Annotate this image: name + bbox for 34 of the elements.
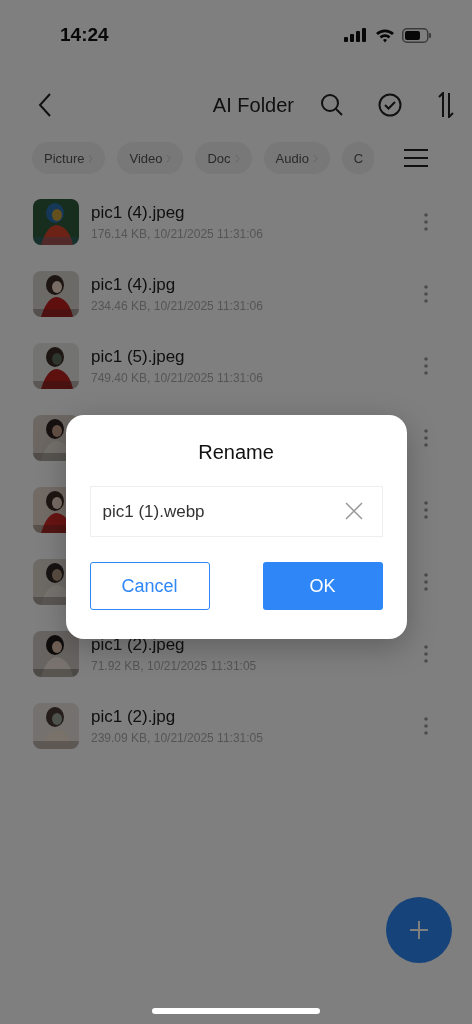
file-name: pic1 (4).jpeg bbox=[91, 203, 186, 223]
filter-chip[interactable]: Video bbox=[117, 142, 184, 174]
file-name: pic1 (2).jpg bbox=[91, 707, 177, 727]
more-icon[interactable] bbox=[424, 285, 428, 303]
more-icon[interactable] bbox=[424, 429, 428, 447]
filter-chip[interactable]: Audio bbox=[263, 142, 330, 174]
signal-icon bbox=[344, 28, 368, 42]
wifi-icon bbox=[375, 27, 395, 43]
cancel-button[interactable]: Cancel bbox=[89, 562, 210, 610]
filter-chip[interactable]: Doc bbox=[195, 142, 252, 174]
file-name: pic1 (4).jpg bbox=[91, 275, 177, 295]
file-name: pic1 (5).jpeg bbox=[91, 347, 186, 367]
status-time: 14:24 bbox=[60, 24, 109, 46]
more-icon[interactable] bbox=[424, 645, 428, 663]
plus-icon bbox=[410, 921, 428, 939]
more-icon[interactable] bbox=[424, 213, 428, 231]
more-icon[interactable] bbox=[424, 573, 428, 591]
clear-icon[interactable] bbox=[344, 502, 363, 520]
more-icon[interactable] bbox=[424, 501, 428, 519]
menu-icon[interactable] bbox=[404, 149, 428, 167]
filter-chip[interactable]: C bbox=[341, 142, 374, 174]
file-name: pic1 (2).jpeg bbox=[91, 635, 186, 655]
more-icon[interactable] bbox=[424, 717, 428, 735]
sort-icon[interactable] bbox=[436, 92, 456, 118]
battery-icon bbox=[402, 27, 432, 43]
name-field[interactable]: pic1 (1).webp bbox=[89, 486, 383, 537]
dialog-title: Rename bbox=[198, 441, 274, 464]
search-icon[interactable] bbox=[320, 93, 344, 117]
more-icon[interactable] bbox=[424, 357, 428, 375]
back-icon[interactable] bbox=[38, 92, 52, 118]
folder-title: AI Folder bbox=[212, 93, 294, 117]
check-circle-icon[interactable] bbox=[378, 93, 402, 117]
ok-button[interactable]: OK bbox=[262, 562, 383, 610]
filter-chip[interactable]: Picture bbox=[32, 142, 106, 174]
